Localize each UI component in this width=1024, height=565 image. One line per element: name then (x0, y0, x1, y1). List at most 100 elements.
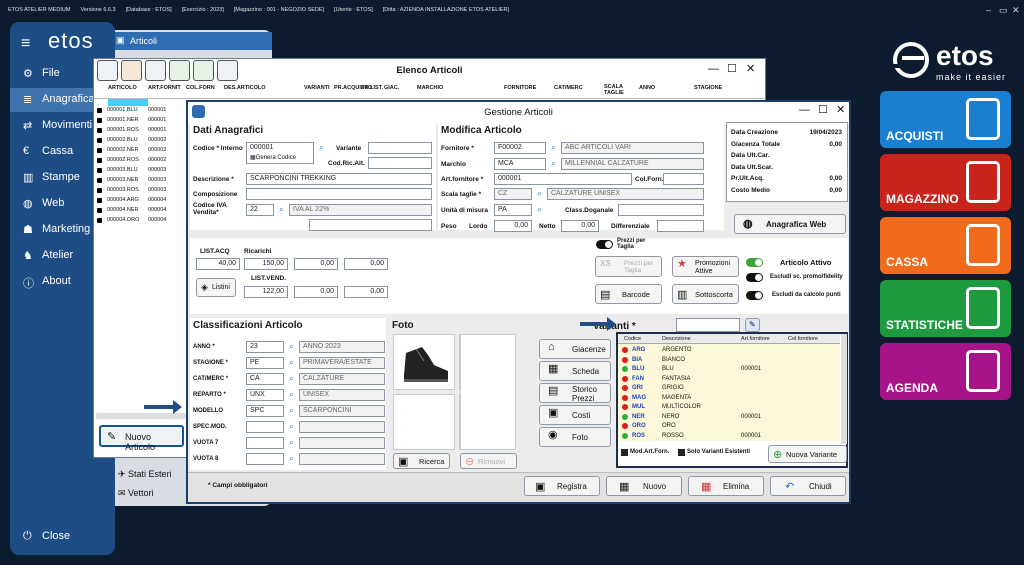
varianti-search-field[interactable] (676, 318, 740, 332)
table-row[interactable]: 000004.NER 000004 (96, 206, 188, 216)
class-code-field[interactable]: 23 (246, 341, 284, 353)
sottoscorta-button[interactable]: ▥ Sottoscorta (672, 284, 739, 304)
class-code-field[interactable] (246, 437, 284, 449)
table-row[interactable]: 000002.NER 000002 (96, 146, 188, 156)
table-row[interactable]: 000002.ROS 000002 (96, 156, 188, 166)
elenco-col-header[interactable]: SCALA TAGLIE (604, 84, 634, 96)
submenu-vettori[interactable]: ✉ Vettori (118, 488, 154, 499)
um-field[interactable]: PA (494, 204, 532, 216)
mod-art-checkbox[interactable] (621, 449, 628, 456)
prezzi-taglia-button[interactable]: XS Prezzi per Taglia (595, 256, 662, 277)
table-row[interactable]: 000003.BLU 000003 (96, 166, 188, 176)
search-icon[interactable]: ⌕ (286, 421, 297, 433)
nuovo-button[interactable]: ▦ Nuovo (606, 476, 682, 496)
tile-statistiche[interactable]: STATISTICHE (880, 280, 1011, 337)
ricarico-1[interactable]: 150,00 (244, 258, 288, 270)
attivo-toggle[interactable] (746, 258, 763, 267)
rimuovi-button[interactable]: ⊖ Rimuovi (460, 453, 517, 469)
elenco-col-header[interactable]: COL.FORN (186, 85, 215, 91)
class-code-field[interactable]: SPC (246, 405, 284, 417)
ricarico-3[interactable]: 0,00 (344, 258, 388, 270)
elenco-col-header[interactable]: STAGIONE (694, 85, 722, 91)
elenco-col-header[interactable]: ANNO (639, 85, 655, 91)
submenu-articoli[interactable]: ▣ Articoli (110, 32, 272, 50)
variante-row[interactable]: MAG MAGENTA (618, 394, 840, 403)
tools-icon[interactable] (145, 60, 166, 81)
side-button-scheda[interactable]: ▦ Scheda (539, 361, 611, 381)
elimina-button[interactable]: ▦ Elimina (688, 476, 764, 496)
close-window-button[interactable]: ✕ (1012, 5, 1020, 16)
ricarico-2[interactable]: 0,00 (294, 258, 338, 270)
netto-field[interactable]: 0,00 (561, 220, 599, 232)
search-icon[interactable]: ⌕ (534, 204, 545, 216)
elenco-maximize[interactable]: ☐ (727, 62, 737, 75)
variante-row[interactable]: MUL MULTICOLOR (618, 403, 840, 412)
elenco-col-header[interactable]: ART.FORNIT (148, 85, 181, 91)
elenco-col-header[interactable]: DES.ARTICOLO (224, 85, 266, 91)
photo-slot-3[interactable] (393, 394, 455, 450)
variante-row[interactable]: BLU BLU 000001 (618, 365, 840, 374)
search-icon[interactable]: ⌕ (286, 453, 297, 465)
table-row[interactable]: 000004.ORO 000004 (96, 216, 188, 226)
minimize-button[interactable]: – (986, 5, 991, 15)
refresh-icon[interactable] (193, 60, 214, 81)
nuova-variante-button[interactable]: ⊕ Nuova Variante (768, 445, 847, 463)
listvend-2[interactable]: 0,00 (294, 286, 338, 298)
elenco-close[interactable]: ✕ (746, 62, 755, 75)
search-icon[interactable]: ⌕ (286, 389, 297, 401)
elenco-col-header[interactable]: VARIANTI (304, 85, 330, 91)
descrizione-field[interactable]: SCARPONCINI TREKKING (246, 173, 432, 185)
class-code-field[interactable] (246, 453, 284, 465)
close-app-button[interactable]: ⏻ Close (10, 525, 115, 549)
varianti-scrollbar[interactable] (841, 334, 847, 444)
search-icon[interactable]: ⌕ (286, 437, 297, 449)
escludi-promo-toggle[interactable] (746, 273, 763, 282)
solo-esistenti-checkbox[interactable] (678, 449, 685, 456)
table-row[interactable]: 000001.ROS 000001 (96, 126, 188, 136)
composizione-field[interactable] (246, 188, 432, 200)
table-row[interactable]: 000001.BLU 000001 (96, 106, 188, 116)
side-button-foto[interactable]: ◉ Foto (539, 427, 611, 447)
elenco-col-header[interactable]: MARCHIO (417, 85, 443, 91)
listvend-3[interactable]: 0,00 (344, 286, 388, 298)
variante-row[interactable]: GRI GRIGIO (618, 384, 840, 393)
photo-slot-1[interactable] (393, 334, 455, 390)
varianti-edit-button[interactable]: ✎ (745, 318, 760, 332)
tile-cassa[interactable]: CASSA (880, 217, 1011, 274)
search-icon[interactable]: ⌕ (286, 341, 297, 353)
search-icon[interactable]: ⌕ (534, 188, 545, 200)
side-button-giacenze[interactable]: ⌂ Giacenze (539, 339, 611, 359)
side-button-costi[interactable]: ▣ Costi (539, 405, 611, 425)
elenco-col-header[interactable]: ARTICOLO (108, 85, 137, 91)
submenu-stati-esteri[interactable]: ✈ Stati Esteri (118, 469, 172, 480)
filter-cell[interactable] (108, 99, 148, 106)
iva-code-field[interactable]: 22 (246, 204, 274, 216)
classdog-field[interactable] (618, 204, 704, 216)
codricalt-field[interactable] (368, 157, 432, 169)
variante-row[interactable]: ROS ROSSO 000001 (618, 432, 840, 441)
maximize-button[interactable]: ▭ (999, 5, 1008, 16)
listini-button[interactable]: ◈ Listini (196, 278, 236, 297)
colforn-field[interactable] (663, 173, 704, 185)
variante-row[interactable]: NER NERO 000001 (618, 413, 840, 422)
tile-magazzino[interactable]: MAGAZZINO (880, 154, 1011, 211)
side-button-storico-prezzi[interactable]: ▤ Storico Prezzi (539, 383, 611, 403)
variante-row[interactable]: FAN FANTASIA (618, 375, 840, 384)
barcode-button[interactable]: ▤ Barcode (595, 284, 662, 304)
excel-icon[interactable] (169, 60, 190, 81)
class-code-field[interactable]: CA (246, 373, 284, 385)
table-row[interactable]: 000003.NER 000003 (96, 176, 188, 186)
photo-slot-col[interactable] (460, 334, 516, 450)
gestione-maximize[interactable]: ☐ (818, 103, 828, 116)
extra-field[interactable] (309, 219, 432, 231)
search-icon[interactable]: ⌕ (548, 142, 559, 154)
class-code-field[interactable] (246, 421, 284, 433)
chiudi-button[interactable]: ↶ Chiudi (770, 476, 846, 496)
class-code-field[interactable]: PE (246, 357, 284, 369)
genera-codice-button[interactable]: ▦Genera Codice (250, 154, 296, 161)
home-icon[interactable] (97, 60, 118, 81)
search-icon[interactable]: ⌕ (286, 405, 297, 417)
table-row[interactable]: 000001.NER 000001 (96, 116, 188, 126)
table-row[interactable]: 000002.BLU 000002 (96, 136, 188, 146)
variante-row[interactable]: BIA BIANCO (618, 356, 840, 365)
